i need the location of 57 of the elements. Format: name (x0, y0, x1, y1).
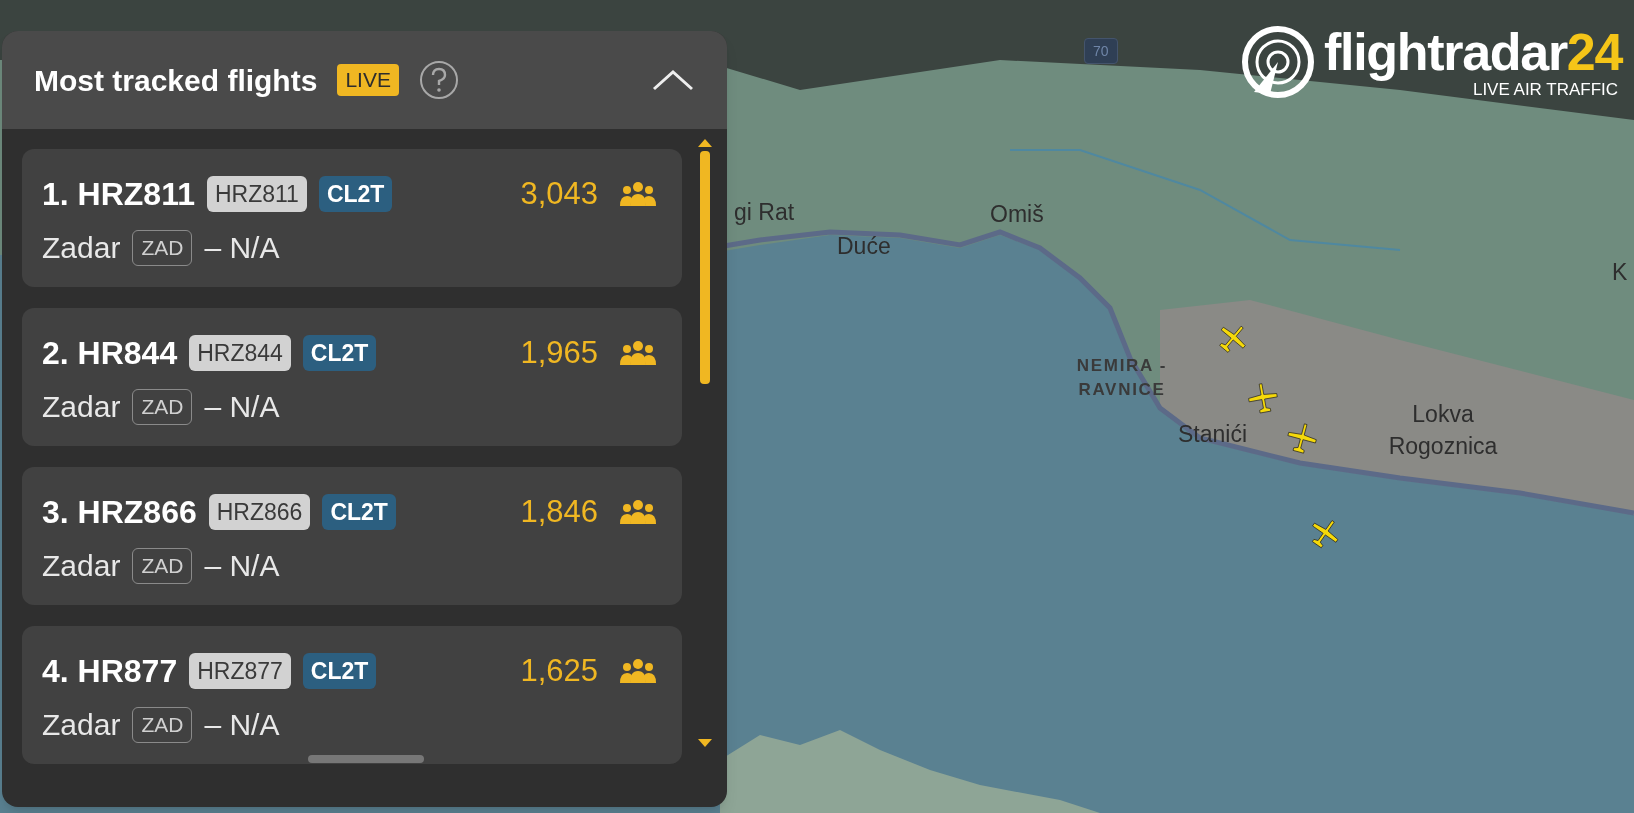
radar-logo-icon (1240, 24, 1316, 100)
destination: – N/A (204, 230, 280, 266)
map-label: Duće (837, 232, 891, 260)
origin-city: Zadar (42, 389, 121, 425)
airport-code-tag: ZAD (132, 706, 193, 743)
map-label: Lokva Rogoznica (1387, 400, 1499, 461)
destination: – N/A (204, 389, 280, 425)
map-label: NEMIRA - RAVNICE (1075, 355, 1169, 401)
destination: – N/A (204, 548, 280, 584)
people-icon (618, 340, 658, 366)
live-badge: LIVE (337, 64, 399, 96)
origin-city: Zadar (42, 707, 121, 743)
map-label: Stanići (1178, 420, 1248, 448)
tracker-count: 1,625 (520, 651, 598, 690)
drag-handle[interactable] (308, 755, 424, 763)
callsign-tag: HRZ811 (206, 176, 307, 212)
flight-card[interactable]: 1. HRZ811 HRZ811 CL2T 3,043 Zadar ZAD – N/A (22, 149, 682, 287)
scroll-up-arrow-icon[interactable] (697, 137, 712, 147)
airport-code-tag: ZAD (132, 547, 193, 584)
aircraft-type-tag: CL2T (302, 335, 377, 371)
origin-city: Zadar (42, 548, 121, 584)
flight-callsign: 3. HRZ866 (42, 493, 197, 532)
logo-wordmark: flightradar24 (1324, 24, 1623, 80)
flight-callsign: 2. HR844 (42, 334, 178, 373)
logo-tagline: LIVE AIR TRAFFIC (1472, 80, 1620, 100)
tracker-count: 1,846 (520, 492, 598, 531)
map-label: K (1612, 258, 1628, 286)
people-icon (618, 499, 658, 525)
callsign-tag: HRZ866 (208, 494, 311, 530)
scrollbar-thumb[interactable] (699, 151, 710, 384)
flight-callsign: 1. HRZ811 (42, 175, 195, 214)
help-icon[interactable] (418, 60, 459, 100)
callsign-tag: HRZ877 (189, 653, 291, 689)
aircraft-type-tag: CL2T (322, 494, 396, 530)
airport-code-tag: ZAD (132, 388, 193, 425)
plane-icon[interactable] (1246, 381, 1280, 415)
flight-card[interactable]: 4. HR877 HRZ877 CL2T 1,625 Zadar ZAD – N/A (22, 626, 682, 764)
tracker-count: 1,965 (520, 333, 598, 372)
panel-title: Most tracked flights (34, 62, 318, 99)
airport-code-tag: ZAD (132, 229, 193, 266)
scroll-down-arrow-icon[interactable] (697, 739, 712, 749)
callsign-tag: HRZ844 (189, 335, 291, 371)
people-icon (618, 658, 658, 684)
aircraft-type-tag: CL2T (318, 176, 393, 212)
plane-icon[interactable] (1285, 421, 1319, 455)
origin-city: Zadar (42, 230, 121, 266)
map-label: gi Rat (734, 198, 795, 226)
chevron-up-icon (652, 69, 694, 91)
tracker-count: 3,043 (520, 174, 598, 213)
flight-callsign: 4. HR877 (42, 652, 178, 691)
destination: – N/A (204, 707, 280, 743)
people-icon (618, 181, 658, 207)
road-shield: 70 (1084, 38, 1118, 64)
aircraft-type-tag: CL2T (302, 653, 377, 689)
map-label: Omiš (990, 200, 1044, 228)
flight-card[interactable]: 3. HRZ866 HRZ866 CL2T 1,846 Zadar ZAD – N/A (22, 467, 682, 605)
flight-card[interactable]: 2. HR844 HRZ844 CL2T 1,965 Zadar ZAD – N/A (22, 308, 682, 446)
